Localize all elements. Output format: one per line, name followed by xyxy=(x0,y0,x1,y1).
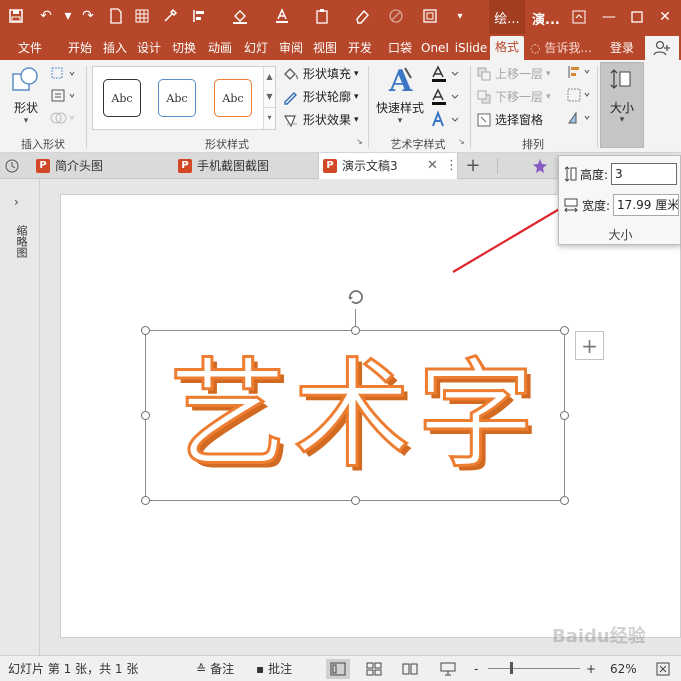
zoom-out-button[interactable]: - xyxy=(474,656,478,681)
zoom-slider-track[interactable] xyxy=(488,668,580,669)
zoom-in-button[interactable]: + xyxy=(586,656,596,681)
height-label: 高度: xyxy=(580,167,609,182)
size-popup: 高度: 3 宽度: 17.99 厘米 大小 xyxy=(558,155,681,245)
width-input[interactable]: 17.99 厘米 xyxy=(613,194,680,216)
notes-button[interactable]: ≙ 备注 xyxy=(196,656,234,681)
fit-to-window-icon[interactable] xyxy=(651,659,675,679)
height-row: 高度: 3 xyxy=(563,163,678,185)
width-icon xyxy=(564,198,578,213)
baidu-watermark: Baidu经验 xyxy=(552,626,646,647)
zoom-level[interactable]: 62% xyxy=(610,656,637,681)
notes-label: 备注 xyxy=(210,662,235,676)
notes-icon: ≙ xyxy=(196,662,207,676)
size-popup-footer: 大小 xyxy=(608,228,633,242)
height-icon xyxy=(564,166,577,182)
slide-info: 幻灯片 第 1 张，共 1 张 xyxy=(8,662,139,676)
annotation-arrow-icon xyxy=(452,178,612,273)
width-row: 宽度: 17.99 厘米 xyxy=(563,194,680,216)
slide-sorter-icon[interactable] xyxy=(362,659,386,679)
comments-label: 批注 xyxy=(268,662,293,676)
zoom-slider-thumb[interactable] xyxy=(510,662,513,674)
reading-view-icon[interactable] xyxy=(398,659,422,679)
comment-icon: ▪ xyxy=(256,662,265,676)
slideshow-icon[interactable] xyxy=(436,659,460,679)
status-bar: 幻灯片 第 1 张，共 1 张 ≙ 备注 ▪ 批注 - + 62% xyxy=(0,655,681,681)
comments-button[interactable]: ▪ 批注 xyxy=(256,656,292,681)
height-input[interactable]: 3 xyxy=(611,163,678,185)
normal-view-icon[interactable] xyxy=(326,659,350,679)
width-label: 宽度: xyxy=(582,198,611,213)
